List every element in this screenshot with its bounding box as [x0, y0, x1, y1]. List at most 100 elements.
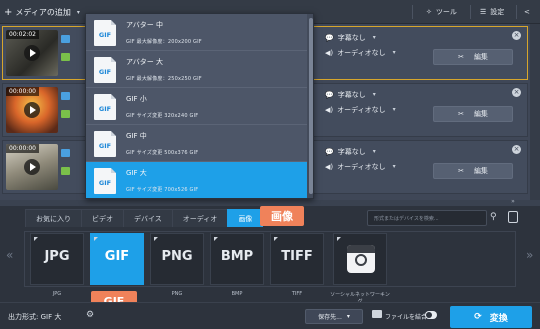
settings-button[interactable]: ☰ 設定: [474, 3, 510, 21]
divider: [412, 5, 413, 19]
file-format-label: GIF: [98, 179, 112, 187]
subtitle-select[interactable]: 💬 字幕なし ▾: [325, 32, 525, 43]
chevron-down-icon: ▾: [372, 148, 376, 155]
subtitle-value: 字幕なし: [337, 147, 366, 156]
edit-button[interactable]: ✂ 編集: [433, 106, 513, 122]
chevron-down-icon: ▾: [346, 313, 350, 320]
info-icon[interactable]: [61, 149, 70, 157]
subtitle-select[interactable]: 💬 字幕なし ▾: [325, 146, 525, 157]
gear-icon[interactable]: ⚙: [86, 310, 94, 320]
image-icon[interactable]: [61, 53, 70, 61]
info-icon[interactable]: [61, 92, 70, 100]
info-icon[interactable]: [61, 35, 70, 43]
settings-label: 設定: [490, 8, 505, 16]
preset-dropdown: GIF アバター 中 GIF 最大解像度：200x200 GIF GIF アバタ…: [85, 13, 314, 199]
share-icon: <: [524, 8, 530, 16]
output-format-label: 出力形式: GIF 大: [8, 313, 62, 321]
preset-title: GIF 中: [126, 132, 147, 140]
menu-icon: ☰: [480, 8, 487, 16]
close-icon[interactable]: ×: [512, 145, 521, 154]
list-scrollbar[interactable]: [530, 24, 540, 200]
edit-label: 編集: [473, 167, 488, 175]
preset-item-avatar-medium[interactable]: GIF アバター 中 GIF 最大解像度：200x200 GIF: [86, 14, 307, 51]
subtitle-value: 字幕なし: [337, 33, 366, 42]
preset-title: アバター 大: [126, 58, 163, 66]
preset-item-gif-large[interactable]: GIF GIF 大 GIF サイズ変更 700x526 GIF: [86, 162, 307, 198]
close-icon[interactable]: ×: [512, 31, 521, 40]
preset-item-gif-medium[interactable]: GIF GIF 中 GIF サイズ変更 500x376 GIF: [86, 125, 307, 162]
format-social-networking[interactable]: [333, 233, 387, 285]
preset-item-avatar-large[interactable]: GIF アバター 大 GIF 最大解像度：250x250 GIF: [86, 51, 307, 88]
video-thumbnail[interactable]: 00:02:02: [6, 30, 58, 76]
scrollbar-thumb[interactable]: [309, 18, 313, 194]
edit-button[interactable]: ✂ 編集: [433, 49, 513, 65]
format-jpg[interactable]: JPG: [30, 233, 84, 285]
corner-mark: [34, 237, 38, 241]
play-icon[interactable]: [24, 102, 40, 118]
speaker-icon: ◀): [325, 105, 334, 114]
scroll-left-icon[interactable]: «: [6, 248, 13, 262]
scroll-right-icon[interactable]: »: [526, 248, 533, 262]
audio-value: オーディオなし: [337, 48, 386, 57]
images-callout: 画像: [260, 206, 304, 226]
dropdown-scrollbar[interactable]: [307, 14, 313, 198]
format-gif[interactable]: GIF: [90, 233, 144, 285]
corner-mark: [337, 237, 341, 241]
tab-devices[interactable]: デバイス: [123, 209, 173, 227]
format-search-input[interactable]: 形式またはデバイスを検索...: [367, 210, 487, 226]
format-label: PNG: [171, 291, 183, 297]
file-icons: [61, 35, 71, 71]
video-thumbnail[interactable]: 00:00:00: [6, 144, 58, 190]
plus-icon: +: [4, 6, 13, 18]
video-thumbnail[interactable]: 00:00:00: [6, 87, 58, 133]
corner-mark: [154, 237, 158, 241]
speech-bubble-icon: 💬: [325, 147, 334, 156]
preset-description: GIF 最大解像度：200x200 GIF: [126, 39, 202, 45]
tab-video[interactable]: ビデオ: [81, 209, 124, 227]
merge-files-toggle[interactable]: [425, 311, 437, 319]
chevron-down-icon: ▾: [372, 91, 376, 98]
audio-value: オーディオなし: [337, 105, 386, 114]
subtitle-select[interactable]: 💬 字幕なし ▾: [325, 89, 525, 100]
tab-images[interactable]: 画像: [227, 209, 264, 227]
image-icon[interactable]: [61, 110, 70, 118]
corner-mark: [214, 237, 218, 241]
duration-label: 00:00:00: [6, 87, 39, 96]
speaker-icon: ◀): [325, 48, 334, 57]
folder-icon[interactable]: [372, 310, 382, 318]
merge-files-label: ファイルを結合: [385, 314, 428, 321]
format-bmp[interactable]: BMP: [210, 233, 264, 285]
preset-title: アバター 中: [126, 21, 163, 29]
format-logo: TIFF: [281, 249, 313, 264]
device-detect-icon[interactable]: [508, 211, 518, 223]
edit-button[interactable]: ✂ 編集: [433, 163, 513, 179]
magic-wand-icon: ✧: [426, 8, 432, 16]
add-media-button[interactable]: + メディアの追加 ▾: [4, 5, 80, 19]
format-tiff[interactable]: TIFF: [270, 233, 324, 285]
share-button[interactable]: <: [518, 3, 536, 21]
format-logo: GIF: [104, 249, 130, 264]
collapse-chevron-icon[interactable]: »: [507, 199, 519, 205]
file-icons: [61, 92, 71, 128]
preset-item-gif-small[interactable]: GIF GIF 小 GIF サイズ変更 320x240 GIF: [86, 88, 307, 125]
image-icon[interactable]: [61, 167, 70, 175]
add-media-label: メディアの追加: [15, 7, 71, 17]
tab-favorites[interactable]: お気に入り: [25, 209, 82, 227]
tab-audio[interactable]: オーディオ: [171, 209, 229, 227]
chevron-down-icon: ▾: [392, 106, 396, 113]
convert-button[interactable]: ⟳ 変換: [450, 306, 532, 328]
search-icon[interactable]: ⚲: [490, 212, 497, 222]
play-icon[interactable]: [24, 45, 40, 61]
tools-button[interactable]: ✧ ツール: [420, 3, 463, 21]
subtitle-value: 字幕なし: [337, 90, 366, 99]
format-tabs: お気に入り ビデオ デバイス オーディオ 画像: [25, 209, 264, 227]
format-logo: BMP: [220, 249, 254, 264]
file-format-label: GIF: [98, 105, 112, 113]
play-icon[interactable]: [24, 159, 40, 175]
chevron-down-icon: ▾: [372, 34, 376, 41]
gif-file-icon: GIF: [94, 94, 116, 120]
format-png[interactable]: PNG: [150, 233, 204, 285]
gif-file-icon: GIF: [94, 20, 116, 46]
save-to-button[interactable]: 保存先... ▾: [305, 309, 363, 324]
close-icon[interactable]: ×: [512, 88, 521, 97]
